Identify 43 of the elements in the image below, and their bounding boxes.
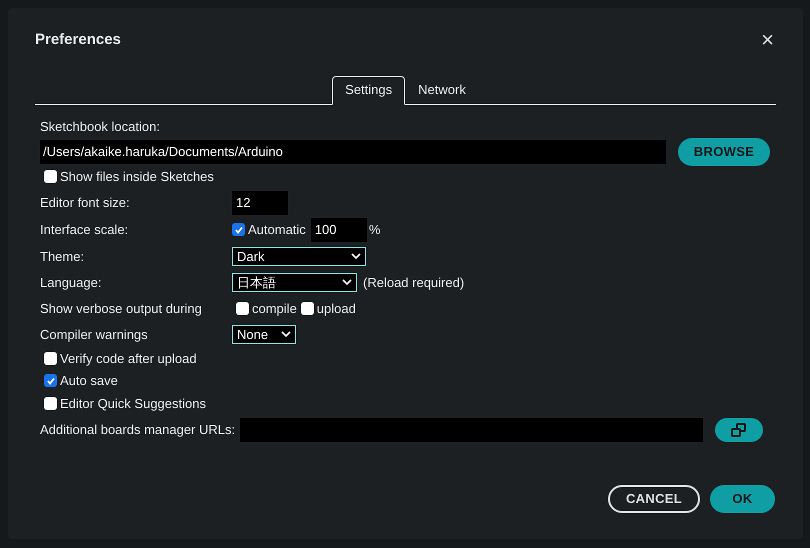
field-label: Interface scale: — [40, 220, 130, 239]
field-label: Theme: — [40, 248, 86, 266]
checkbox-label: upload — [316, 300, 356, 318]
checkbox-label: compile — [252, 300, 297, 318]
field-label: Compiler warnings — [40, 326, 149, 344]
field-label: Additional boards manager URLs: — [40, 421, 236, 440]
checkbox-label: Verify code after upload — [60, 350, 197, 368]
checkbox[interactable] — [44, 374, 57, 388]
browse-button[interactable]: BROWSE — [678, 138, 770, 166]
reload-note: (Reload required) — [363, 274, 464, 292]
tab[interactable]: Settings — [332, 76, 406, 104]
field-label: Language: — [40, 274, 102, 292]
checkbox[interactable] — [44, 170, 57, 184]
checkbox[interactable] — [44, 396, 57, 410]
dropdown[interactable]: Dark — [232, 247, 366, 266]
chevron-icon — [342, 279, 352, 286]
checkbox-label: Auto save — [60, 372, 118, 390]
percent-sign: % — [368, 220, 380, 239]
scale-field[interactable]: 100 — [310, 218, 367, 242]
checkbox-label: Automatic — [248, 220, 306, 239]
checkbox[interactable] — [44, 352, 57, 365]
field-label: Editor font size: — [40, 194, 131, 212]
close-button[interactable]: × — [761, 29, 774, 52]
chevron-icon — [351, 253, 361, 260]
cancel-button[interactable]: CANCEL — [608, 485, 700, 513]
font-size-field[interactable]: 12 — [232, 190, 288, 214]
urls-field[interactable] — [240, 418, 704, 442]
tab[interactable]: Network — [405, 76, 479, 104]
checkbox-label: Editor Quick Suggestions — [60, 394, 206, 413]
open-window-button[interactable] — [715, 418, 764, 442]
checkbox[interactable] — [232, 223, 245, 236]
checkbox-label: Show files inside Sketches — [60, 168, 214, 186]
ok-button[interactable]: OK — [710, 485, 775, 513]
path-field[interactable]: /Users/akaike.haruka/Documents/Arduino — [40, 140, 666, 164]
dropdown[interactable]: 日本語 — [232, 273, 357, 292]
checkbox[interactable] — [300, 302, 314, 315]
dropdown[interactable]: None — [232, 325, 296, 344]
field-label: Sketchbook location: — [40, 118, 161, 136]
windows-icon — [731, 423, 748, 437]
dialog-title: Preferences — [35, 30, 121, 50]
chevron-icon — [281, 331, 291, 338]
field-label: Show verbose output during — [40, 300, 203, 318]
checkbox[interactable] — [236, 302, 249, 315]
